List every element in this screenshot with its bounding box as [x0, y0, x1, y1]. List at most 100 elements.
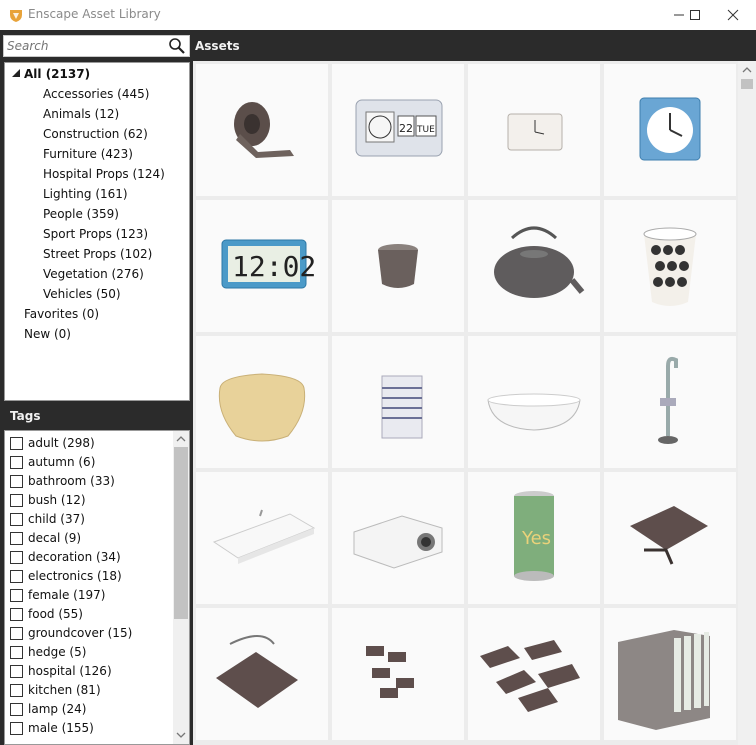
tags-list: adult (298) autumn (6) bathroom (33) bus…	[4, 430, 190, 745]
tag-label: autumn (6)	[28, 455, 96, 469]
tag-item-decoration[interactable]: decoration (34)	[5, 548, 173, 567]
tree-item-hospital-props[interactable]: Hospital Props (124)	[43, 164, 165, 184]
checkbox[interactable]	[10, 684, 23, 697]
scroll-down-arrow-icon[interactable]	[176, 730, 186, 740]
search-icon[interactable]	[167, 37, 187, 55]
tag-item-adult[interactable]: adult (298)	[5, 434, 173, 453]
expand-arrow-icon[interactable]	[11, 68, 21, 78]
woven-basket-thumbnail	[218, 373, 306, 442]
tag-item-groundcover[interactable]: groundcover (15)	[5, 624, 173, 643]
tag-item-hospital[interactable]: hospital (126)	[5, 662, 173, 681]
tree-item-people[interactable]: People (359)	[43, 204, 119, 224]
scroll-up-arrow-icon[interactable]	[742, 65, 752, 75]
asset-tile-file-binders[interactable]	[604, 608, 736, 740]
asset-tile-metal-cup[interactable]	[332, 200, 464, 332]
tag-item-child[interactable]: child (37)	[5, 510, 173, 529]
folded-towel-thumbnail	[381, 375, 423, 439]
asset-tile-folded-towel[interactable]	[332, 336, 464, 468]
tag-label: hospital (126)	[28, 664, 112, 678]
asset-tile-digital-clock[interactable]: 12:02	[196, 200, 328, 332]
checkbox[interactable]	[10, 608, 23, 621]
tree-item-animals[interactable]: Animals (12)	[43, 104, 119, 124]
checkbox[interactable]	[10, 589, 23, 602]
soda-can-thumbnail: Yes	[514, 491, 554, 581]
asset-tile-floor-faucet[interactable]	[604, 336, 736, 468]
tree-item-new[interactable]: New (0)	[24, 324, 71, 344]
assets-scrollbar-thumb[interactable]	[741, 79, 753, 89]
tag-label: bush (12)	[28, 493, 86, 507]
close-button[interactable]	[710, 0, 756, 30]
tree-item-accessories[interactable]: Accessories (445)	[43, 84, 149, 104]
checkbox[interactable]	[10, 456, 23, 469]
tag-item-lamp[interactable]: lamp (24)	[5, 700, 173, 719]
tree-item-street-props[interactable]: Street Props (102)	[43, 244, 152, 264]
tag-item-kitchen[interactable]: kitchen (81)	[5, 681, 173, 700]
tag-label: male (155)	[28, 721, 94, 735]
asset-tile-binder-clip-large[interactable]	[196, 608, 328, 740]
cast-iron-teapot-thumbnail	[494, 226, 585, 298]
checkbox[interactable]	[10, 437, 23, 450]
tag-label: electronics (18)	[28, 569, 122, 583]
tree-item-sport-props[interactable]: Sport Props (123)	[43, 224, 148, 244]
assets-scrollbar[interactable]	[738, 61, 756, 745]
tree-item-furniture[interactable]: Furniture (423)	[43, 144, 133, 164]
tags-scrollbar-thumb[interactable]	[174, 447, 188, 619]
tag-item-hedge[interactable]: hedge (5)	[5, 643, 173, 662]
blue-alarm-clock-thumbnail	[639, 97, 701, 161]
checkbox[interactable]	[10, 532, 23, 545]
binder-clip-thumbnail	[630, 506, 708, 565]
svg-text:22: 22	[399, 122, 413, 135]
tag-label: groundcover (15)	[28, 626, 133, 640]
checkbox[interactable]	[10, 627, 23, 640]
tag-item-decal[interactable]: decal (9)	[5, 529, 173, 548]
tag-item-female[interactable]: female (197)	[5, 586, 173, 605]
checkbox[interactable]	[10, 513, 23, 526]
tree-item-all[interactable]: All (2137)	[24, 64, 90, 84]
asset-tile-binder-clip[interactable]	[604, 472, 736, 604]
left-panel: All (2137) Accessories (445) Animals (12…	[0, 30, 191, 745]
asset-tile-binder-clip-set[interactable]	[332, 608, 464, 740]
tree-item-construction[interactable]: Construction (62)	[43, 124, 148, 144]
scroll-up-arrow-icon[interactable]	[176, 434, 186, 444]
tag-label: kitchen (81)	[28, 683, 101, 697]
binder-clip-set-thumbnail	[366, 646, 414, 698]
asset-tile-tape-dispenser[interactable]	[196, 64, 328, 196]
checkbox[interactable]	[10, 722, 23, 735]
asset-tile-bathtub[interactable]	[468, 336, 600, 468]
tree-item-favorites[interactable]: Favorites (0)	[24, 304, 99, 324]
asset-tile-woven-basket[interactable]	[196, 336, 328, 468]
patterned-bucket-thumbnail	[643, 227, 697, 306]
checkbox[interactable]	[10, 494, 23, 507]
asset-tile-white-alarm-clock[interactable]	[468, 64, 600, 196]
asset-tile-blue-alarm-clock[interactable]	[604, 64, 736, 196]
asset-tile-patterned-bucket[interactable]	[604, 200, 736, 332]
binder-clip-pile-thumbnail	[480, 640, 580, 712]
asset-tile-projector[interactable]	[332, 472, 464, 604]
title-bar: Enscape Asset Library	[0, 0, 756, 30]
tag-item-bathroom[interactable]: bathroom (33)	[5, 472, 173, 491]
asset-tile-binder-clip-pile[interactable]	[468, 608, 600, 740]
tree-item-vegetation[interactable]: Vegetation (276)	[43, 264, 144, 284]
tree-item-lighting[interactable]: Lighting (161)	[43, 184, 128, 204]
checkbox[interactable]	[10, 475, 23, 488]
search-input[interactable]	[7, 38, 162, 54]
search-box	[3, 35, 190, 57]
checkbox[interactable]	[10, 665, 23, 678]
checkbox[interactable]	[10, 646, 23, 659]
tag-item-bush[interactable]: bush (12)	[5, 491, 173, 510]
tag-label: food (55)	[28, 607, 83, 621]
checkbox[interactable]	[10, 703, 23, 716]
checkbox[interactable]	[10, 551, 23, 564]
checkbox[interactable]	[10, 570, 23, 583]
tag-item-autumn[interactable]: autumn (6)	[5, 453, 173, 472]
tag-item-electronics[interactable]: electronics (18)	[5, 567, 173, 586]
asset-tile-flip-clock[interactable]: 22 TUE	[332, 64, 464, 196]
binder-clip-large-thumbnail	[216, 635, 298, 708]
tag-item-food[interactable]: food (55)	[5, 605, 173, 624]
tree-item-vehicles[interactable]: Vehicles (50)	[43, 284, 121, 304]
asset-tile-wall-sink[interactable]	[196, 472, 328, 604]
tag-item-male[interactable]: male (155)	[5, 719, 173, 738]
asset-tile-cast-iron-teapot[interactable]	[468, 200, 600, 332]
asset-tile-soda-can[interactable]: Yes	[468, 472, 600, 604]
tags-scrollbar[interactable]	[173, 431, 189, 744]
